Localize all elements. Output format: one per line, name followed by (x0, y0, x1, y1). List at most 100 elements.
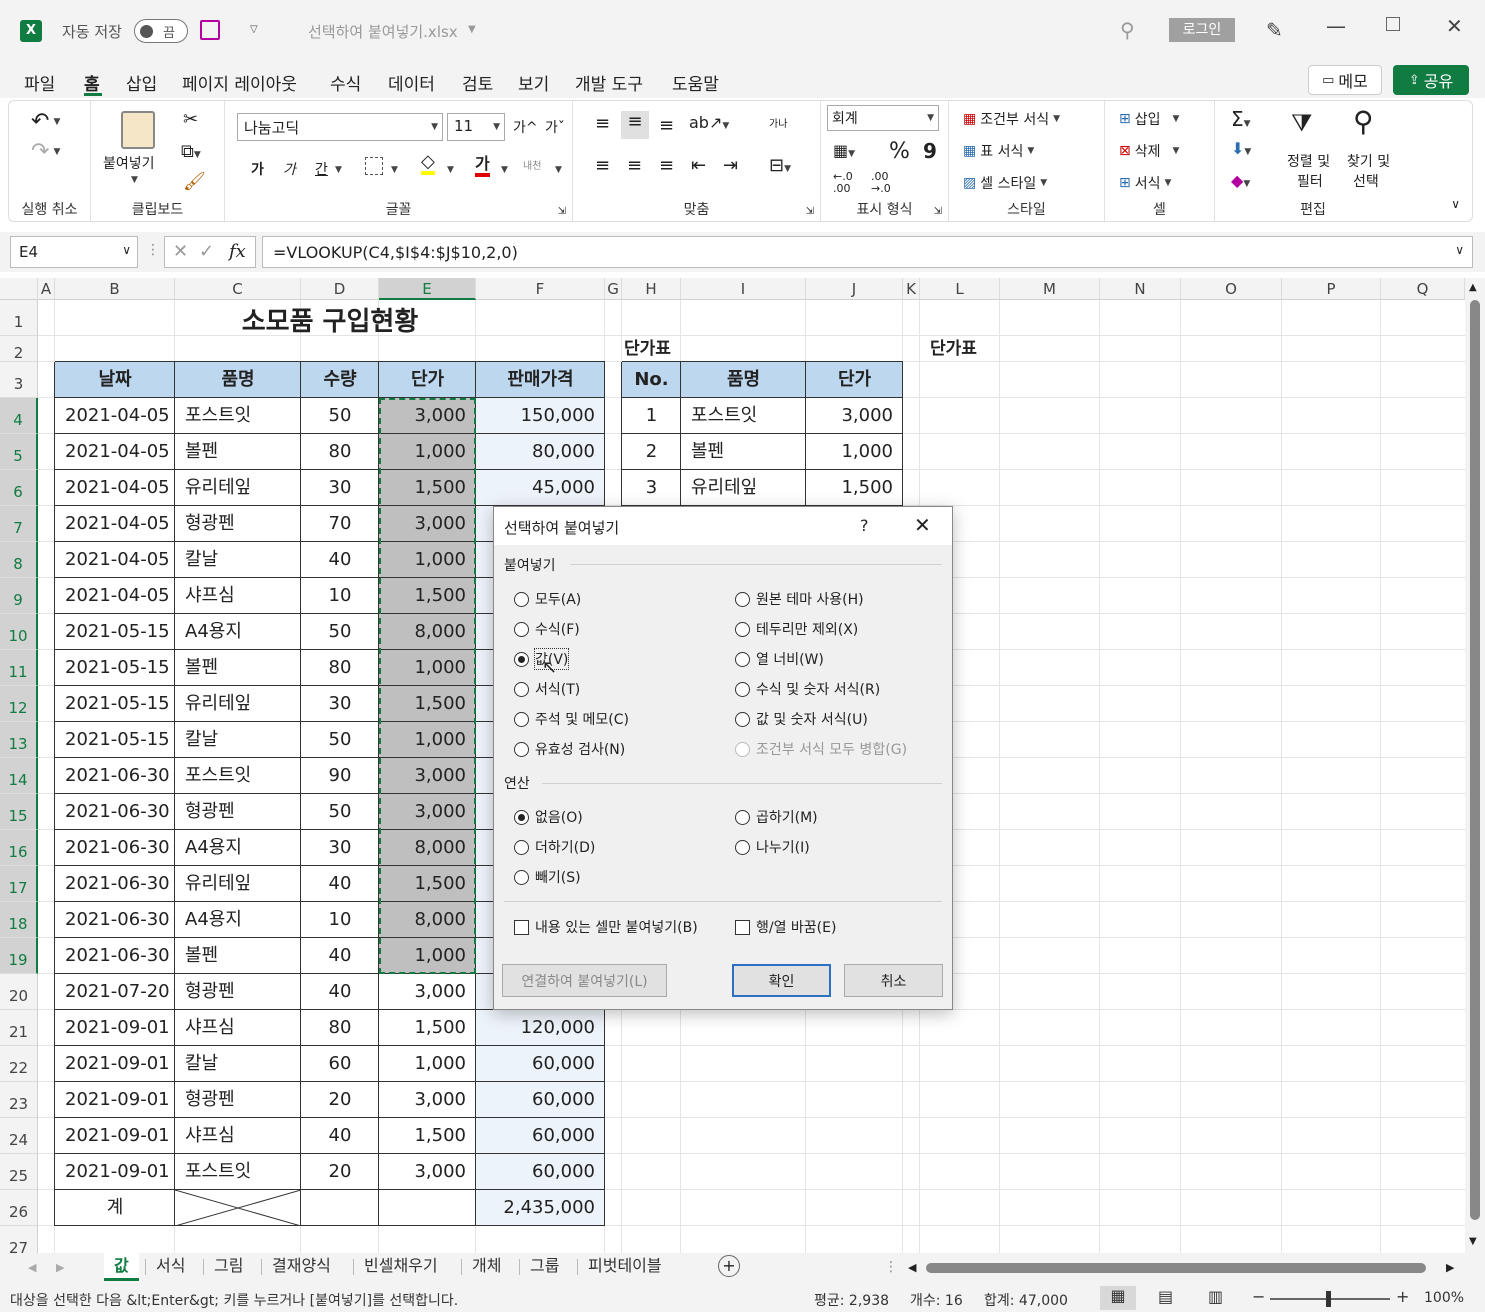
table-cell[interactable]: 60,000 (476, 1046, 605, 1082)
normal-view-icon[interactable]: ▦ (1100, 1286, 1136, 1310)
table-cell[interactable]: 샤프심 (175, 578, 301, 614)
row-header[interactable]: 3 (0, 362, 38, 398)
paste-option[interactable]: 수식(F) (514, 619, 580, 639)
page-layout-view-icon[interactable]: ▤ (1158, 1287, 1173, 1306)
paste-option[interactable]: 열 너비(W) (735, 649, 824, 669)
price-cell[interactable]: 2 (622, 434, 681, 470)
row-header[interactable]: 14 (0, 758, 38, 794)
table-cell[interactable]: 유리테잎 (175, 470, 301, 506)
cut-icon[interactable]: ✂ (183, 109, 198, 130)
table-cell[interactable]: 2021-09-01 (55, 1010, 175, 1046)
table-cell[interactable]: 2021-09-01 (55, 1118, 175, 1154)
font-color-icon[interactable]: 가 (475, 155, 490, 177)
row-header[interactable]: 25 (0, 1154, 38, 1190)
find-select-icon[interactable]: ⚲ (1353, 105, 1374, 138)
column-header[interactable]: O (1181, 278, 1282, 300)
format-painter-icon[interactable]: 🖌 (183, 171, 206, 192)
row-header[interactable]: 9 (0, 578, 38, 614)
column-header[interactable]: L (920, 278, 1000, 300)
table-cell[interactable]: 60,000 (476, 1118, 605, 1154)
paste-option[interactable]: 주석 및 메모(C) (514, 709, 629, 729)
table-cell[interactable]: 2021-05-15 (55, 722, 175, 758)
table-cell[interactable]: 볼펜 (175, 650, 301, 686)
table-cell[interactable]: 40 (301, 866, 379, 902)
zoom-in-icon[interactable]: + (1396, 1287, 1409, 1306)
sheet-tab[interactable]: 값 (104, 1253, 139, 1281)
row-header[interactable]: 7 (0, 506, 38, 542)
paste-option[interactable]: 값 및 숫자 서식(U) (735, 709, 868, 729)
conditional-format-button[interactable]: ▦ 조건부 서식 ▼ (963, 109, 1060, 129)
percent-button[interactable]: % (889, 139, 910, 164)
row-header[interactable]: 24 (0, 1118, 38, 1154)
table-cell[interactable]: 포스트잇 (175, 1154, 301, 1190)
paste-link-button[interactable]: 연결하여 붙여넣기(L) (502, 964, 667, 997)
grow-font-button[interactable]: 가^ (513, 117, 538, 137)
login-button[interactable]: 로그인 (1169, 18, 1235, 42)
paste-option[interactable]: 서식(T) (514, 679, 580, 699)
redo-button[interactable]: ↷ ▼ (31, 139, 60, 164)
table-cell[interactable]: 30 (301, 830, 379, 866)
table-cell[interactable]: 1,000 (379, 1046, 476, 1082)
close-icon[interactable]: ✕ (1446, 14, 1463, 38)
border-icon[interactable] (365, 157, 383, 175)
sheet-tab[interactable]: 서식 (146, 1253, 195, 1281)
scroll-right-icon[interactable]: ▶ (56, 1261, 64, 1274)
cancel-icon[interactable]: ✕ (173, 241, 188, 262)
table-cell[interactable]: 샤프심 (175, 1118, 301, 1154)
sheet-tab[interactable]: 개체 (462, 1253, 511, 1281)
table-cell[interactable]: A4용지 (175, 830, 301, 866)
table-cell[interactable]: 형광펜 (175, 506, 301, 542)
column-header[interactable]: C (175, 278, 301, 300)
table-cell[interactable]: 30 (301, 470, 379, 506)
autosave-toggle[interactable]: 끔 (134, 19, 188, 43)
table-cell[interactable]: A4용지 (175, 614, 301, 650)
align-center-icon[interactable]: ≡ (627, 155, 642, 176)
column-header[interactable]: Q (1381, 278, 1465, 300)
file-name[interactable]: 선택하여 붙여넣기.xlsx (308, 21, 458, 42)
table-cell[interactable]: 50 (301, 722, 379, 758)
operation-option[interactable]: 곱하기(M) (735, 807, 818, 827)
column-header[interactable]: A (38, 278, 55, 300)
row-header[interactable]: 5 (0, 434, 38, 470)
row-header[interactable]: 1 (0, 300, 38, 336)
vertical-scrollbar[interactable]: ▲ ▼ (1465, 278, 1485, 1253)
row-header[interactable]: 8 (0, 542, 38, 578)
price-cell[interactable]: 유리테잎 (681, 470, 806, 506)
table-cell[interactable]: 3,000 (379, 974, 476, 1010)
table-cell[interactable]: 2021-06-30 (55, 758, 175, 794)
sheet-tab[interactable]: 빈셀채우기 (354, 1253, 448, 1281)
table-cell[interactable]: 10 (301, 902, 379, 938)
close-icon[interactable]: ✕ (914, 513, 931, 537)
increase-indent-icon[interactable]: ⇥ (723, 155, 738, 176)
table-cell[interactable]: 볼펜 (175, 938, 301, 974)
table-cell[interactable]: 2021-05-15 (55, 614, 175, 650)
row-header[interactable]: 2 (0, 336, 38, 362)
name-box[interactable]: E4 ∨ (10, 236, 138, 268)
table-cell[interactable]: 칼날 (175, 1046, 301, 1082)
italic-button[interactable]: 가 (283, 159, 296, 179)
accounting-icon[interactable]: ▦▼ (833, 141, 855, 160)
hscroll-left-icon[interactable]: ◀ (908, 1261, 916, 1274)
table-cell[interactable]: 유리테잎 (175, 866, 301, 902)
table-cell[interactable]: 20 (301, 1082, 379, 1118)
maximize-icon[interactable] (1386, 17, 1400, 31)
table-cell[interactable]: 70 (301, 506, 379, 542)
vertical-scrollbar-thumb[interactable] (1470, 300, 1480, 1220)
table-format-button[interactable]: ▦ 표 서식 ▼ (963, 141, 1034, 161)
operation-option[interactable]: 빼기(S) (514, 867, 581, 887)
phonetic-dropdown-icon[interactable]: ▼ (555, 165, 562, 175)
menu-item-formulas[interactable]: 수식 (330, 70, 361, 95)
table-cell[interactable]: 2021-07-20 (55, 974, 175, 1010)
phonetic-icon[interactable]: 내천 (523, 157, 541, 172)
merge-center-icon[interactable]: ⊟▼ (769, 155, 791, 176)
operation-option[interactable]: 나누기(I) (735, 837, 810, 857)
column-header[interactable]: F (476, 278, 605, 300)
number-dialog-launcher-icon[interactable]: ⇲ (934, 206, 942, 217)
table-cell[interactable]: 80 (301, 1010, 379, 1046)
table-cell[interactable]: 칼날 (175, 542, 301, 578)
table-cell[interactable]: 2021-06-30 (55, 830, 175, 866)
row-header[interactable]: 26 (0, 1190, 38, 1226)
insert-cells-button[interactable]: ⊞ 삽입 ▼ (1119, 109, 1179, 129)
share-button[interactable]: ⇪ 공유 (1393, 65, 1469, 95)
sheet-tab[interactable]: 피벗테이블 (578, 1253, 672, 1281)
